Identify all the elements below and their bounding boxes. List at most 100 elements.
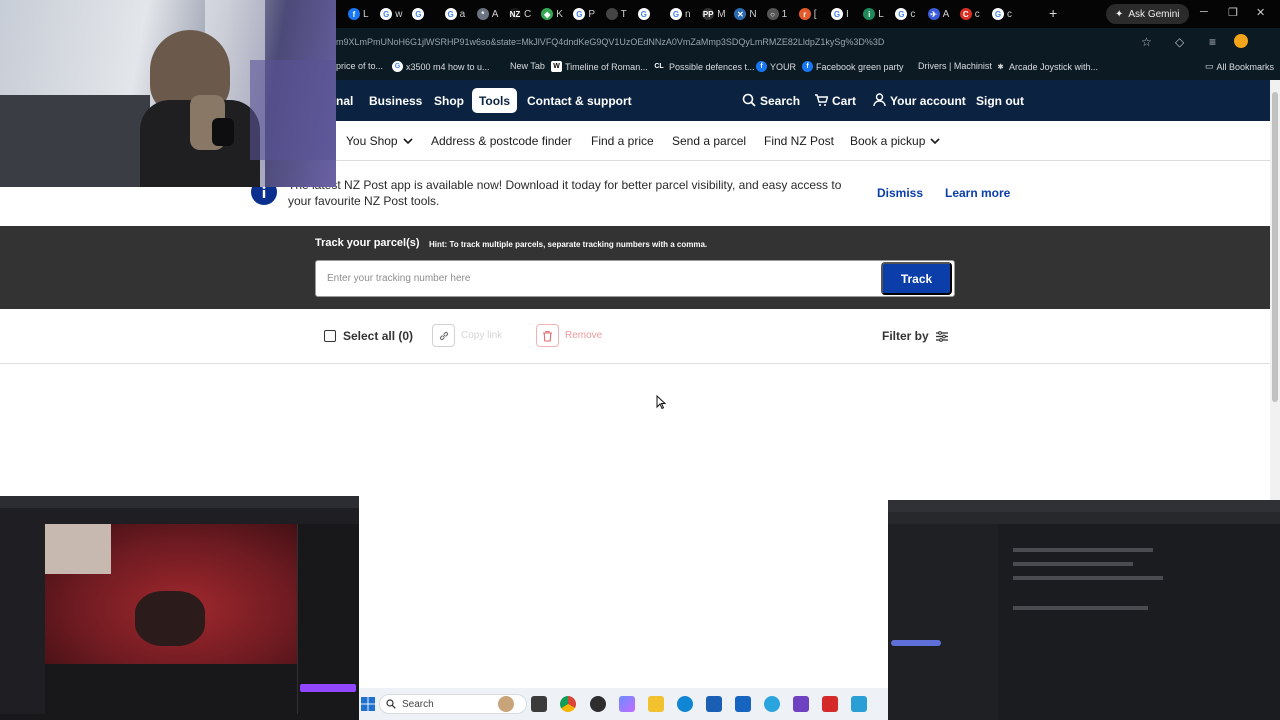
mouse-cursor-icon [656, 395, 666, 410]
url-text[interactable]: m9XLmPmUNoH6G1jlWSRHP91w6so&state=MkJlVF… [336, 37, 884, 47]
edge-icon[interactable] [677, 696, 693, 712]
browser-tab[interactable]: ○ 1 [766, 4, 797, 24]
tab-favicon-icon: G [670, 8, 682, 20]
browser-tab[interactable]: ✕ N [734, 4, 764, 24]
sub-nav-book-pickup[interactable]: Book a pickup [850, 134, 940, 148]
minimize-icon[interactable]: ─ [1200, 6, 1208, 18]
widgets-icon[interactable] [498, 696, 514, 712]
bookmark-item[interactable]: New Tab [510, 61, 545, 71]
nav-contact-support[interactable]: Contact & support [527, 94, 632, 108]
chrome-icon[interactable] [560, 696, 576, 712]
learn-more-link[interactable]: Learn more [945, 186, 1010, 200]
browser-tab[interactable]: Gc [992, 4, 1022, 24]
tab-label: C [524, 8, 532, 20]
browser-tab[interactable]: GP [573, 4, 603, 24]
tab-favicon-icon: G [637, 8, 650, 20]
scroll-thumb[interactable] [1272, 92, 1278, 402]
browser-tab[interactable]: Gn [670, 4, 700, 24]
file-explorer-icon[interactable] [648, 696, 664, 712]
select-all-checkbox[interactable] [324, 330, 336, 342]
banner-message: The latest NZ Post app is available now!… [288, 178, 842, 208]
page-scrollbar[interactable] [1270, 80, 1280, 500]
browser-tab[interactable]: G [637, 4, 668, 24]
bookmark-item[interactable]: Gx3500 m4 how to u... [392, 61, 490, 72]
copilot-icon[interactable] [619, 696, 635, 712]
browser-tab[interactable]: GI [831, 4, 861, 24]
facebook-icon: f [756, 61, 767, 72]
menu-icon[interactable]: ≡ [1209, 35, 1216, 49]
ask-gemini-button[interactable]: ✦ Ask Gemini [1106, 4, 1189, 24]
tab-favicon-icon: C [959, 8, 972, 20]
copy-link-button[interactable] [432, 324, 455, 347]
browser-tab[interactable]: Gw [380, 4, 410, 24]
sub-nav-address-finder[interactable]: Address & postcode finder [431, 134, 572, 148]
store-icon[interactable] [706, 696, 722, 712]
browser-tab[interactable]: iL [863, 4, 893, 24]
extension-icon[interactable]: ◇ [1175, 35, 1184, 49]
close-window-icon[interactable]: ✕ [1256, 6, 1265, 19]
tab-label: c [974, 8, 980, 20]
remove-button[interactable] [536, 324, 559, 347]
sub-nav-find-price[interactable]: Find a price [591, 134, 654, 148]
bookmark-star-icon[interactable]: ☆ [1141, 35, 1152, 49]
bookmark-item[interactable]: f Facebook green party [802, 61, 904, 72]
nav-tools[interactable]: Tools [472, 88, 517, 113]
bookmark-item[interactable]: ✱ Arcade Joystick with... [995, 61, 1098, 72]
browser-tab[interactable]: ◆ K [541, 4, 571, 24]
nav-business[interactable]: Business [369, 94, 422, 108]
select-all-label[interactable]: Select all (0) [343, 329, 413, 343]
bookmark-item[interactable]: Drivers | Machinist [918, 61, 992, 71]
bookmark-item[interactable]: f YOUR [756, 61, 796, 72]
cart-link[interactable]: Cart [832, 94, 856, 108]
browser-tab[interactable]: PP M [702, 4, 732, 24]
app-icon[interactable] [793, 696, 809, 712]
new-tab-button[interactable]: + [1049, 5, 1057, 21]
browser-tab[interactable]: ✈ A [927, 4, 958, 24]
tracking-number-input[interactable] [315, 260, 955, 297]
app-icon[interactable] [851, 696, 867, 712]
browser-tab[interactable]: Ga [444, 4, 475, 24]
task-view-icon[interactable] [531, 696, 547, 712]
curtain [250, 60, 336, 160]
windows-start-icon[interactable] [361, 697, 375, 711]
tab-favicon-icon: NZ [509, 8, 521, 20]
browser-tab[interactable]: G [412, 4, 442, 24]
filter-icon[interactable] [936, 331, 948, 342]
bookmark-item[interactable]: W Timeline of Roman... [551, 61, 648, 72]
browser-tab[interactable]: r[ [798, 4, 829, 24]
browser-tab[interactable]: T [605, 4, 636, 24]
browser-tab[interactable]: Cc [959, 4, 990, 24]
browser-tab[interactable]: Gc [895, 4, 925, 24]
account-link[interactable]: Your account [890, 94, 966, 108]
pip-chat-button [300, 684, 356, 692]
pip-game-figure [135, 591, 205, 646]
tab-label: n [685, 8, 691, 20]
remove-label[interactable]: Remove [565, 330, 602, 341]
obs-icon[interactable] [590, 696, 606, 712]
nav-shop[interactable]: Shop [434, 94, 464, 108]
browser-tab[interactable]: fL [348, 4, 378, 24]
sub-nav-you-shop[interactable]: You Shop [346, 134, 413, 148]
copy-link-label[interactable]: Copy link [461, 330, 502, 341]
track-hint: Hint: To track multiple parcels, separat… [429, 240, 708, 249]
telegram-icon[interactable] [764, 696, 780, 712]
sub-nav-send-parcel[interactable]: Send a parcel [672, 134, 746, 148]
browser-tab[interactable]: NZ C [509, 4, 539, 24]
bookmark-item[interactable]: CL Possible defences t... [652, 61, 754, 72]
tab-favicon-icon: G [992, 8, 1004, 20]
filter-by-button[interactable]: Filter by [882, 329, 929, 343]
tab-favicon-icon: G [831, 8, 843, 20]
maximize-icon[interactable]: ❐ [1228, 6, 1238, 19]
all-bookmarks-folder[interactable]: ▭ All Bookmarks [1205, 61, 1274, 72]
dismiss-button[interactable]: Dismiss [877, 186, 923, 200]
browser-tab[interactable]: * A [476, 4, 507, 24]
app-icon[interactable] [822, 696, 838, 712]
sub-nav-find-nz-post[interactable]: Find NZ Post [764, 134, 834, 148]
outlook-icon[interactable] [735, 696, 751, 712]
nav-personal[interactable]: nal [336, 94, 353, 108]
bookmark-item[interactable]: price of to... [336, 61, 383, 71]
track-button[interactable]: Track [881, 262, 952, 295]
search-link[interactable]: Search [760, 94, 800, 108]
profile-avatar[interactable] [1234, 34, 1248, 48]
sign-out-link[interactable]: Sign out [976, 94, 1024, 108]
